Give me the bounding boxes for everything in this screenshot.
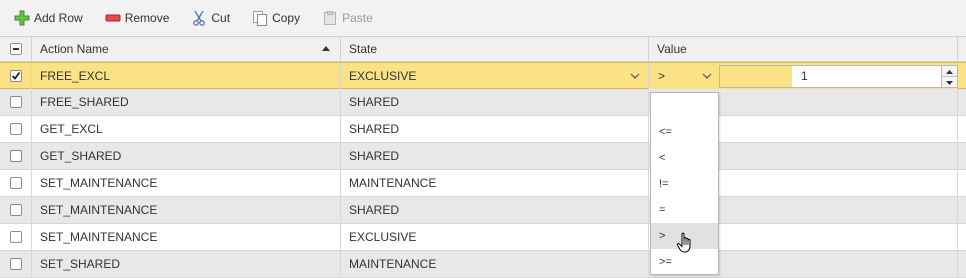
- operator-option-empty[interactable]: [651, 93, 718, 119]
- table-row[interactable]: SET_MAINTENANCE MAINTENANCE: [0, 170, 966, 197]
- table-row[interactable]: FREE_EXCL EXCLUSIVE > 1: [0, 62, 966, 89]
- number-spinner: [941, 66, 957, 87]
- column-header-state[interactable]: State: [341, 37, 649, 61]
- row-checkbox[interactable]: [10, 70, 22, 82]
- table-row[interactable]: FREE_SHARED SHARED: [0, 89, 966, 116]
- scroll-spacer: [958, 89, 966, 115]
- operator-option-eq[interactable]: =: [651, 197, 718, 223]
- state-select[interactable]: EXCLUSIVE: [341, 63, 649, 89]
- row-checkbox[interactable]: [10, 258, 22, 270]
- add-row-button[interactable]: Add Row: [14, 8, 83, 28]
- row-checkbox[interactable]: [10, 177, 22, 189]
- row-select-cell: [0, 63, 32, 89]
- row-select-cell: [0, 170, 32, 196]
- row-select-cell: [0, 116, 32, 142]
- scroll-spacer: [958, 143, 966, 169]
- state-cell[interactable]: MAINTENANCE: [341, 251, 649, 277]
- operator-option-neq[interactable]: !=: [651, 171, 718, 197]
- paste-button[interactable]: Paste: [322, 8, 373, 28]
- indeterminate-icon: [13, 48, 19, 50]
- row-select-cell: [0, 143, 32, 169]
- operator-select-value: >: [658, 69, 666, 83]
- action-name-cell[interactable]: FREE_SHARED: [32, 89, 341, 115]
- row-checkbox[interactable]: [10, 123, 22, 135]
- operator-option-lte[interactable]: <=: [651, 119, 718, 145]
- column-header-action-name[interactable]: Action Name: [32, 37, 341, 61]
- cut-label: Cut: [211, 11, 231, 25]
- table-row[interactable]: GET_EXCL SHARED: [0, 116, 966, 143]
- row-select-cell: [0, 197, 32, 223]
- row-select-cell: [0, 89, 32, 115]
- value-number-text: 1: [801, 69, 808, 83]
- grid-header: Action Name State Value: [0, 36, 966, 62]
- table-row[interactable]: SET_MAINTENANCE SHARED: [0, 197, 966, 224]
- action-name-cell[interactable]: GET_SHARED: [32, 143, 341, 169]
- select-all-cell: [0, 37, 32, 61]
- spinner-down-button[interactable]: [942, 77, 957, 87]
- clipboard-icon: [322, 10, 338, 26]
- row-checkbox[interactable]: [10, 231, 22, 243]
- state-cell[interactable]: SHARED: [341, 89, 649, 115]
- caret-down-icon: [946, 81, 953, 85]
- scroll-spacer: [958, 116, 966, 142]
- column-header-value[interactable]: Value: [649, 37, 958, 61]
- input-highlight: [720, 66, 792, 87]
- add-row-label: Add Row: [34, 11, 83, 25]
- copy-button[interactable]: Copy: [252, 8, 300, 28]
- scroll-spacer: [958, 251, 966, 277]
- plus-icon: [14, 10, 30, 26]
- copy-icon: [252, 10, 268, 26]
- state-cell[interactable]: MAINTENANCE: [341, 170, 649, 196]
- action-name-cell[interactable]: SET_MAINTENANCE: [32, 170, 341, 196]
- row-checkbox[interactable]: [10, 204, 22, 216]
- scroll-spacer: [958, 197, 966, 223]
- scroll-spacer: [958, 224, 966, 250]
- paste-label: Paste: [342, 11, 373, 25]
- action-name-cell[interactable]: SET_SHARED: [32, 251, 341, 277]
- row-select-cell: [0, 251, 32, 277]
- scroll-spacer: [958, 63, 966, 89]
- column-header-state-label: State: [349, 42, 378, 56]
- state-cell[interactable]: EXCLUSIVE: [341, 224, 649, 250]
- action-name-cell[interactable]: FREE_EXCL: [32, 63, 341, 89]
- row-checkbox[interactable]: [10, 150, 22, 162]
- remove-label: Remove: [124, 11, 170, 25]
- copy-label: Copy: [272, 11, 301, 25]
- column-header-action-name-label: Action Name: [40, 42, 109, 56]
- scroll-spacer: [958, 170, 966, 196]
- operator-select[interactable]: >: [650, 63, 718, 89]
- state-cell[interactable]: SHARED: [341, 143, 649, 169]
- toolbar: Add Row Remove Cut Copy Paste: [0, 0, 966, 36]
- state-select-value: EXCLUSIVE: [349, 69, 417, 83]
- state-cell[interactable]: SHARED: [341, 116, 649, 142]
- operator-option-lt[interactable]: <: [651, 145, 718, 171]
- spinner-up-button[interactable]: [942, 66, 957, 77]
- table-row[interactable]: SET_SHARED MAINTENANCE: [0, 251, 966, 278]
- minus-icon: [105, 10, 121, 26]
- column-header-value-label: Value: [657, 42, 687, 56]
- action-name-cell[interactable]: SET_MAINTENANCE: [32, 197, 341, 223]
- caret-up-icon: [946, 70, 953, 74]
- row-select-cell: [0, 224, 32, 250]
- cut-button[interactable]: Cut: [191, 8, 230, 28]
- value-number-input[interactable]: 1: [719, 65, 958, 88]
- remove-button[interactable]: Remove: [105, 8, 170, 28]
- select-all-checkbox[interactable]: [10, 43, 22, 55]
- action-name-cell[interactable]: SET_MAINTENANCE: [32, 224, 341, 250]
- row-checkbox[interactable]: [10, 96, 22, 108]
- header-scroll-spacer: [958, 37, 966, 61]
- chevron-down-icon: [630, 63, 640, 89]
- action-name-cell[interactable]: GET_EXCL: [32, 116, 341, 142]
- checkmark-icon: [11, 71, 21, 80]
- table-row[interactable]: SET_MAINTENANCE EXCLUSIVE: [0, 224, 966, 251]
- hand-pointer-cursor-icon: [676, 232, 694, 257]
- scissors-icon: [191, 10, 207, 26]
- table-row[interactable]: GET_SHARED SHARED: [0, 143, 966, 170]
- state-cell[interactable]: SHARED: [341, 197, 649, 223]
